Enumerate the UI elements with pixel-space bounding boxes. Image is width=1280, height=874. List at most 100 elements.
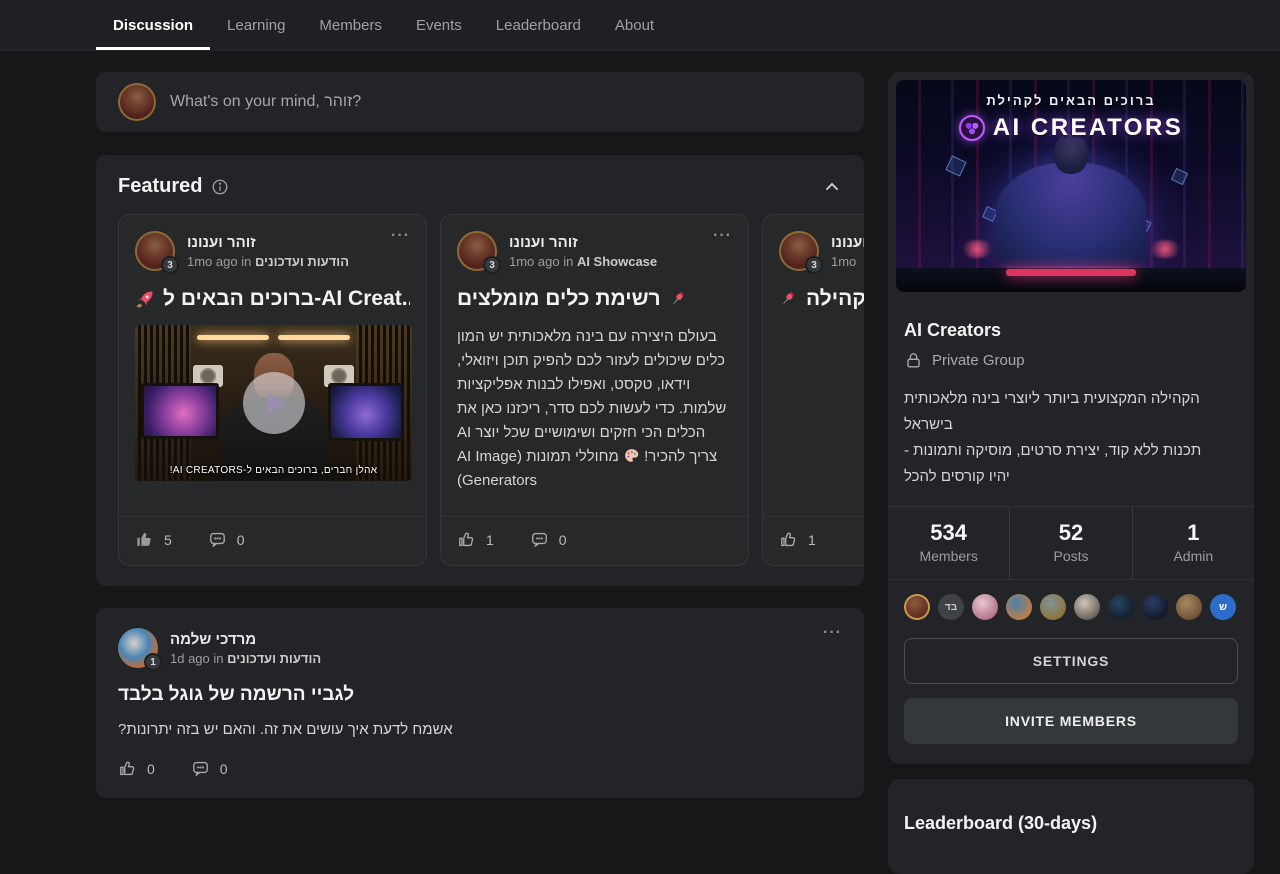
post-reactions: 5 0 [119,516,426,549]
category-link[interactable]: AI Showcase [577,254,657,269]
tab-about[interactable]: About [598,0,671,50]
pushpin-icon [779,290,798,309]
settings-button[interactable]: SETTINGS [904,638,1238,684]
tab-leaderboard[interactable]: Leaderboard [479,0,598,50]
comment-button[interactable]: 0 [530,530,567,549]
group-sidebar: ברוכים הבאים לקהילת AI CREATORS AI Creat… [888,72,1254,874]
post-meta: 1mo ago in AI Showcase [509,254,701,269]
banner-brand-text: AI CREATORS [993,114,1184,142]
feed-post[interactable]: 1 מרדכי שלמה 1d ago in הודעות ועדכונים ·… [96,608,864,798]
author-avatar[interactable]: 3 [457,231,497,271]
featured-post-community[interactable]: 3 זוהר וענונו 1mo [762,214,864,566]
post-meta: 1d ago in הודעות ועדכונים [170,651,811,666]
like-button[interactable]: 0 [118,759,155,778]
glowing-keyboard [1006,269,1136,276]
category-link[interactable]: הודעות ועדכונים [255,254,349,269]
author-name[interactable]: מרדכי שלמה [170,631,811,648]
group-name: AI Creators [904,320,1238,341]
post-title: לגביי הרשמה של גוגל בלבד [118,684,842,706]
tab-learning[interactable]: Learning [210,0,302,50]
leaderboard-card: Leaderboard (30-days) [888,779,1254,874]
brain-icon [959,115,985,141]
author-avatar[interactable]: 3 [135,231,175,271]
more-menu-icon[interactable]: ··· [713,231,732,241]
group-banner-image: ברוכים הבאים לקהילת AI CREATORS [896,80,1246,292]
level-badge: 3 [805,256,823,274]
comment-button[interactable]: 0 [208,530,245,549]
studio-light [278,335,350,340]
like-count: 5 [164,532,172,548]
privacy-label: Private Group [932,352,1025,369]
level-badge: 3 [161,256,179,274]
author-avatar[interactable]: 1 [118,628,158,668]
stat-members[interactable]: 534 Members [888,507,1009,579]
featured-post-tools[interactable]: 3 זוהר וענונו 1mo ago in AI Showcase ··· [440,214,749,566]
comment-count: 0 [237,532,245,548]
post-title: קהילה [779,287,864,311]
featured-header: Featured [118,175,864,198]
post-title-text: קהילה [806,287,864,311]
featured-section: Featured 3 זוהר וענונו [96,155,864,586]
member-avatar[interactable]: בד [938,594,964,620]
play-button[interactable] [243,372,305,434]
top-navigation: Discussion Learning Members Events Leade… [0,0,1280,51]
post-reactions: 1 0 [441,516,748,549]
stat-posts[interactable]: 52 Posts [1009,507,1131,579]
group-card: ברוכים הבאים לקהילת AI CREATORS AI Creat… [888,72,1254,764]
featured-post-welcome[interactable]: 3 זוהר וענונו 1mo ago in הודעות ועדכונים… [118,214,427,566]
author-name[interactable]: זוהר וענונו [831,234,864,251]
monitor-screen [328,383,404,441]
palette-icon [623,447,640,464]
current-user-avatar[interactable] [118,83,156,121]
invite-members-button[interactable]: INVITE MEMBERS [904,698,1238,744]
more-menu-icon[interactable]: ··· [391,231,410,241]
like-button[interactable]: 5 [135,530,172,549]
like-count: 1 [808,532,816,548]
group-stats: 534 Members 52 Posts 1 Admin [888,507,1254,579]
group-description: הקהילה המקצועית ביותר ליוצרי בינה מלאכות… [904,386,1238,506]
post-title-text: רשימת כלים מומלצים [457,287,661,311]
info-icon[interactable] [211,178,229,196]
post-meta: 1mo ago in הודעות ועדכונים [187,254,379,269]
member-avatar[interactable] [1142,594,1168,620]
studio-light [197,335,269,340]
member-avatar[interactable]: ש [1210,594,1236,620]
post-body: בעולם היצירה עם בינה מלאכותית יש המון כל… [457,325,732,493]
member-avatar[interactable] [1040,594,1066,620]
comment-count: 0 [559,532,567,548]
collapse-chevron-up-icon[interactable] [822,177,842,197]
glowing-hand [1148,240,1182,258]
tab-discussion[interactable]: Discussion [96,0,210,50]
tab-members[interactable]: Members [302,0,399,50]
featured-cards-row: 3 זוהר וענונו 1mo ago in הודעות ועדכונים… [118,214,864,566]
video-thumbnail[interactable]: אהלן חברים, ברוכים הבאים ל-AI CREATORS! [135,325,412,481]
like-count: 1 [486,532,494,548]
author-name[interactable]: זוהר וענונו [187,234,379,251]
member-avatar[interactable] [1006,594,1032,620]
level-badge: 1 [144,653,162,671]
member-avatar[interactable] [1176,594,1202,620]
author-avatar[interactable]: 3 [779,231,819,271]
member-avatar[interactable] [904,594,930,620]
member-avatar[interactable] [972,594,998,620]
member-avatar[interactable] [1074,594,1100,620]
more-menu-icon[interactable]: ··· [823,628,842,638]
comment-button[interactable]: 0 [191,759,228,778]
featured-title: Featured [118,175,202,198]
banner-welcome-text: ברוכים הבאים לקהילת [986,93,1155,108]
post-composer[interactable]: What's on your mind, זוהר? [96,72,864,132]
like-button[interactable]: 1 [779,530,816,549]
tab-events[interactable]: Events [399,0,479,50]
leaderboard-title: Leaderboard (30-days) [904,813,1238,834]
stat-admins[interactable]: 1 Admin [1132,507,1254,579]
comment-count: 0 [220,761,228,777]
member-avatar[interactable] [1108,594,1134,620]
category-link[interactable]: הודעות ועדכונים [227,651,321,666]
monitor-screen [141,383,219,439]
like-button[interactable]: 1 [457,530,494,549]
like-count: 0 [147,761,155,777]
lock-icon [904,351,923,370]
author-name[interactable]: זוהר וענונו [509,234,701,251]
feed-column: What's on your mind, זוהר? Featured [96,72,864,798]
rocket-icon [135,289,155,309]
